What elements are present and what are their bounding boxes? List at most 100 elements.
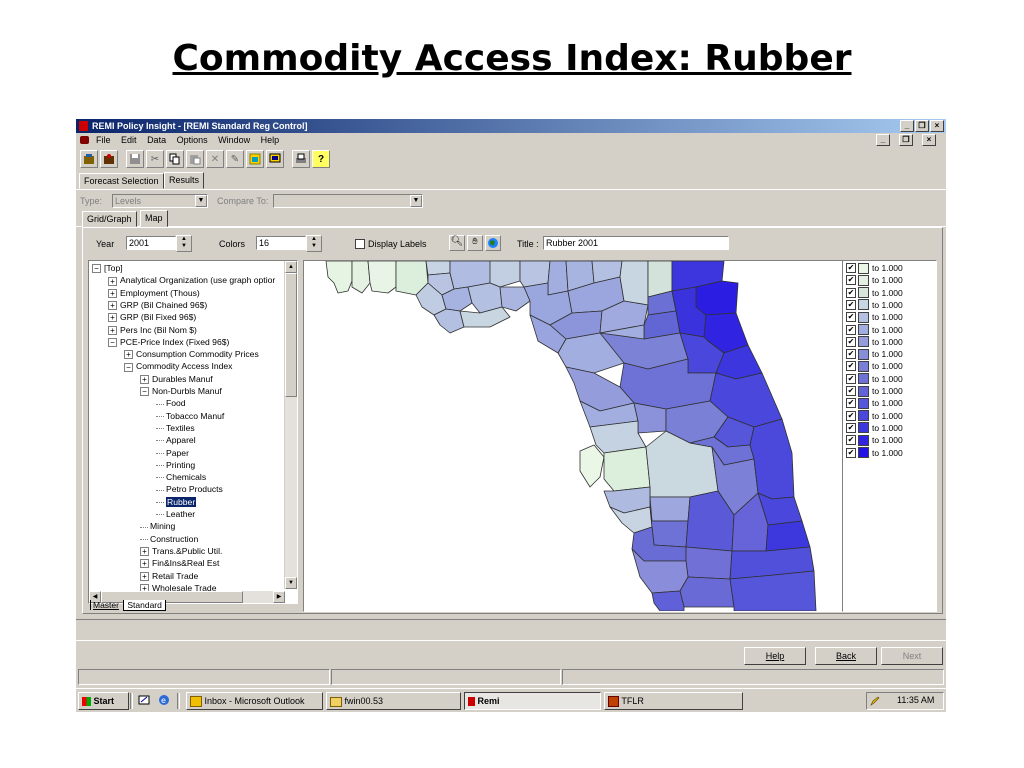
legend-checkbox[interactable]: ✔ xyxy=(846,336,856,347)
legend-item[interactable]: ✔ to 1.000 xyxy=(846,311,903,323)
monitor-icon[interactable] xyxy=(266,150,284,168)
tree-node[interactable]: Mining xyxy=(140,520,175,532)
tree-node[interactable]: + Analytical Organization (use graph opti… xyxy=(108,274,275,286)
help-icon[interactable]: ? xyxy=(312,150,330,168)
menu-data[interactable]: Data xyxy=(147,135,166,145)
scroll-down-icon[interactable]: ▼ xyxy=(285,577,297,589)
back-button[interactable]: Back xyxy=(815,647,877,665)
collapse-icon[interactable]: − xyxy=(92,264,101,274)
legend-item[interactable]: ✔ to 1.000 xyxy=(846,336,903,348)
close-button[interactable]: × xyxy=(930,120,944,132)
mdi-close-button[interactable]: × xyxy=(922,134,936,146)
task-remi[interactable]: Remi xyxy=(464,692,601,710)
expand-icon[interactable]: + xyxy=(108,288,117,298)
tree-node[interactable]: + Pers Inc (Bil Nom $) xyxy=(108,324,197,336)
globe-icon[interactable] xyxy=(485,235,501,251)
legend-checkbox[interactable]: ✔ xyxy=(846,312,856,323)
task-outlook[interactable]: Inbox - Microsoft Outlook xyxy=(186,692,323,710)
copy-icon[interactable] xyxy=(166,150,184,168)
tree-node[interactable]: Chemicals xyxy=(156,471,206,483)
delete-icon[interactable]: ✕ xyxy=(206,150,224,168)
legend-checkbox[interactable]: ✔ xyxy=(846,349,856,360)
tree-node[interactable]: Leather xyxy=(156,508,195,520)
legend-item[interactable]: ✔ to 1.000 xyxy=(846,447,903,459)
task-tflr[interactable]: TFLR xyxy=(604,692,743,710)
expand-icon[interactable]: + xyxy=(140,559,149,569)
type-select[interactable]: Levels ▼ xyxy=(112,194,208,208)
browser-icon[interactable]: e xyxy=(158,694,170,706)
start-button[interactable]: Start xyxy=(78,692,129,710)
tree-node[interactable]: − Commodity Access Index xyxy=(124,360,232,372)
chevron-down-icon[interactable]: ▼ xyxy=(195,195,207,207)
legend-checkbox[interactable]: ✔ xyxy=(846,275,856,286)
legend-item[interactable]: ✔ to 1.000 xyxy=(846,262,903,274)
legend-item[interactable]: ✔ to 1.000 xyxy=(846,287,903,299)
expand-icon[interactable]: + xyxy=(140,571,149,581)
save-icon[interactable] xyxy=(126,150,144,168)
tree-node[interactable]: Tobacco Manuf xyxy=(156,410,224,422)
help-button[interactable]: Help xyxy=(744,647,806,665)
menu-edit[interactable]: Edit xyxy=(121,135,137,145)
tree-node[interactable]: − [Top] xyxy=(92,262,123,274)
tab-forecast-selection[interactable]: Forecast Selection xyxy=(79,173,164,189)
tree-node[interactable]: + Durables Manuf xyxy=(140,373,213,385)
next-button[interactable]: Next xyxy=(881,647,943,665)
tree-node[interactable]: + Trans.&Public Util. xyxy=(140,545,222,557)
tab-results[interactable]: Results xyxy=(164,172,205,189)
menu-window[interactable]: Window xyxy=(218,135,250,145)
wizard-icon[interactable]: ✎ xyxy=(226,150,244,168)
mdi-restore-button[interactable]: ❐ xyxy=(899,134,913,146)
pan-hand-icon[interactable]: ✋︎ xyxy=(467,235,483,251)
legend-checkbox[interactable]: ✔ xyxy=(846,373,856,384)
legend-checkbox[interactable]: ✔ xyxy=(846,398,856,409)
display-labels-checkbox[interactable] xyxy=(355,239,365,249)
open-icon[interactable] xyxy=(80,150,98,168)
tree-node[interactable]: + Employment (Thous) xyxy=(108,287,200,299)
close-file-icon[interactable] xyxy=(100,150,118,168)
menu-help[interactable]: Help xyxy=(261,135,280,145)
menu-options[interactable]: Options xyxy=(177,135,208,145)
legend-item[interactable]: ✔ to 1.000 xyxy=(846,397,903,409)
legend-item[interactable]: ✔ to 1.000 xyxy=(846,348,903,360)
legend-checkbox[interactable]: ✔ xyxy=(846,386,856,396)
task-folder[interactable]: fwin00.53 xyxy=(326,692,461,710)
legend-checkbox[interactable]: ✔ xyxy=(846,287,856,298)
paste-icon[interactable] xyxy=(186,150,204,168)
desktop-icon[interactable] xyxy=(138,694,150,706)
expand-icon[interactable]: + xyxy=(108,276,117,286)
minimize-button[interactable]: _ xyxy=(900,120,914,132)
legend-item[interactable]: ✔ to 1.000 xyxy=(846,274,903,286)
legend-item[interactable]: ✔ to 1.000 xyxy=(846,385,903,397)
legend-checkbox[interactable]: ✔ xyxy=(846,299,856,310)
legend-checkbox[interactable]: ✔ xyxy=(846,447,856,458)
tree-node[interactable]: + Retail Trade xyxy=(140,570,198,582)
tree-node[interactable]: Printing xyxy=(156,459,195,471)
tree-node[interactable]: + Fin&Ins&Real Est xyxy=(140,557,219,569)
legend-checkbox[interactable]: ✔ xyxy=(846,361,856,372)
tree-scroll-thumb[interactable] xyxy=(285,273,297,397)
legend-item[interactable]: ✔ to 1.000 xyxy=(846,410,903,422)
legend-item[interactable]: ✔ to 1.000 xyxy=(846,422,903,434)
tab-master[interactable]: Master xyxy=(90,600,121,610)
tab-grid-graph[interactable]: Grid/Graph xyxy=(82,211,137,227)
tree-node[interactable]: + GRP (Bil Fixed 96$) xyxy=(108,311,196,323)
colors-input[interactable]: 16 xyxy=(256,236,306,250)
tray-pencil-icon[interactable] xyxy=(870,696,880,706)
colors-spinner[interactable]: ▲ ▼ xyxy=(306,235,322,252)
table-icon[interactable] xyxy=(246,150,264,168)
tree-node[interactable]: Paper xyxy=(156,447,189,459)
tree-node[interactable]: Apparel xyxy=(156,434,196,446)
scroll-up-icon[interactable]: ▲ xyxy=(285,261,297,273)
florida-map[interactable] xyxy=(303,260,843,612)
legend-item[interactable]: ✔ to 1.000 xyxy=(846,360,903,372)
expand-icon[interactable]: + xyxy=(108,313,117,323)
legend-checkbox[interactable]: ✔ xyxy=(846,324,856,335)
legend-checkbox[interactable]: ✔ xyxy=(846,410,856,421)
expand-icon[interactable]: + xyxy=(140,547,149,557)
collapse-icon[interactable]: − xyxy=(124,362,133,372)
zoom-icon[interactable]: 🔍︎ xyxy=(449,235,465,251)
compare-select[interactable]: ▼ xyxy=(273,194,423,208)
tree-vscrollbar[interactable]: ▲ ▼ xyxy=(284,261,297,589)
tree-node[interactable]: Petro Products xyxy=(156,483,223,495)
collapse-icon[interactable]: − xyxy=(140,387,149,397)
